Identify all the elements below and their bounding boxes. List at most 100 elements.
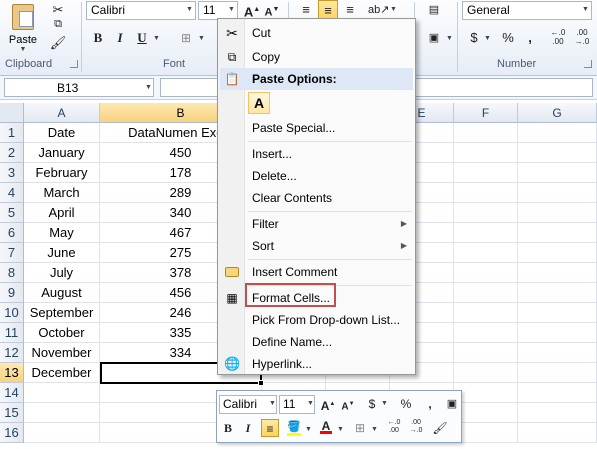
row-header[interactable]: 4: [0, 183, 24, 203]
cell-empty[interactable]: [454, 183, 518, 203]
cell-empty[interactable]: [454, 303, 518, 323]
menu-item-insert-comment[interactable]: Insert Comment: [220, 261, 413, 283]
cell-empty[interactable]: [518, 243, 597, 263]
chevron-down-icon[interactable]: ▼: [228, 6, 235, 13]
align-top-icon[interactable]: ≡: [296, 0, 316, 20]
bold-button[interactable]: B: [88, 28, 108, 48]
mini-bold-button[interactable]: B: [219, 419, 237, 437]
cell-a[interactable]: June: [24, 243, 100, 263]
cell-a[interactable]: [24, 403, 100, 423]
chevron-down-icon[interactable]: ▼: [198, 35, 205, 42]
chevron-down-icon[interactable]: ▼: [381, 400, 388, 407]
cell-a[interactable]: August: [24, 283, 100, 303]
comma-button[interactable]: ,: [520, 28, 540, 48]
mini-currency-button[interactable]: $: [363, 395, 381, 413]
increase-decimal-icon[interactable]: ←.0.00: [548, 28, 568, 48]
mini-percent-button[interactable]: %: [397, 395, 415, 413]
cell-empty[interactable]: [454, 283, 518, 303]
percent-button[interactable]: %: [498, 28, 518, 48]
cell-empty[interactable]: [454, 323, 518, 343]
cell-empty[interactable]: [454, 403, 518, 423]
chevron-down-icon[interactable]: ▼: [307, 400, 314, 407]
row-header[interactable]: 3: [0, 163, 24, 183]
cell-a[interactable]: [24, 423, 100, 443]
row-header[interactable]: 2: [0, 143, 24, 163]
row-header[interactable]: 16: [0, 423, 24, 443]
chevron-down-icon[interactable]: ▼: [484, 35, 491, 42]
column-header-g[interactable]: G: [518, 103, 597, 123]
orientation-icon[interactable]: ab↗: [368, 0, 389, 20]
mini-grow-font-icon[interactable]: A▲: [319, 395, 337, 413]
cell-empty[interactable]: [518, 203, 597, 223]
menu-item-delete[interactable]: Delete...: [220, 165, 413, 187]
chevron-down-icon[interactable]: ▼: [269, 400, 276, 407]
cell-empty[interactable]: [518, 163, 597, 183]
cell-empty[interactable]: [518, 303, 597, 323]
cell-empty[interactable]: [518, 363, 597, 383]
cell-a[interactable]: September: [24, 303, 100, 323]
shrink-font-icon[interactable]: A▼: [262, 0, 282, 20]
menu-item-define-name[interactable]: Define Name...: [220, 331, 413, 353]
font-name-box[interactable]: Calibri: [86, 1, 196, 20]
italic-button[interactable]: I: [110, 28, 130, 48]
mini-merge-icon[interactable]: ▣: [443, 395, 461, 413]
cell-empty[interactable]: [454, 203, 518, 223]
align-middle-icon[interactable]: ≡: [318, 0, 338, 20]
cell-a[interactable]: February: [24, 163, 100, 183]
paste-button[interactable]: Paste ▼: [6, 2, 40, 54]
underline-button[interactable]: U: [132, 28, 152, 48]
row-header[interactable]: 1: [0, 123, 24, 143]
menu-item-hyperlink[interactable]: 🌐 Hyperlink...: [220, 353, 413, 375]
chevron-down-icon[interactable]: ▼: [446, 35, 453, 42]
menu-item-clear-contents[interactable]: Clear Contents: [220, 187, 413, 209]
cell-empty[interactable]: [454, 223, 518, 243]
cell-empty[interactable]: [454, 243, 518, 263]
wrap-text-icon[interactable]: ▤: [424, 0, 444, 20]
row-header[interactable]: 14: [0, 383, 24, 403]
mini-font-color-icon[interactable]: A: [317, 417, 335, 435]
cell-a[interactable]: [24, 383, 100, 403]
select-all-corner[interactable]: [0, 103, 24, 123]
chevron-down-icon[interactable]: ▼: [186, 6, 193, 13]
chevron-down-icon[interactable]: ▼: [145, 84, 152, 91]
mini-shrink-font-icon[interactable]: A▼: [339, 395, 357, 413]
row-header[interactable]: 12: [0, 343, 24, 363]
menu-item-pick-dropdown[interactable]: Pick From Drop-down List...: [220, 309, 413, 331]
cell-a[interactable]: July: [24, 263, 100, 283]
cell-empty[interactable]: [454, 423, 518, 443]
menu-item-sort[interactable]: Sort ▶: [220, 235, 413, 257]
name-box[interactable]: B13: [4, 78, 154, 97]
align-bottom-icon[interactable]: ≡: [340, 0, 360, 20]
cell-a[interactable]: March: [24, 183, 100, 203]
cell-empty[interactable]: [518, 383, 597, 403]
cell-empty[interactable]: [454, 163, 518, 183]
cell-a[interactable]: April: [24, 203, 100, 223]
cell-empty[interactable]: [518, 223, 597, 243]
menu-item-insert[interactable]: Insert...: [220, 143, 413, 165]
menu-item-filter[interactable]: Filter ▶: [220, 213, 413, 235]
row-header[interactable]: 15: [0, 403, 24, 423]
row-header[interactable]: 8: [0, 263, 24, 283]
cell-a[interactable]: October: [24, 323, 100, 343]
row-header[interactable]: 13: [0, 363, 24, 383]
fill-handle[interactable]: [258, 380, 264, 386]
row-header[interactable]: 9: [0, 283, 24, 303]
cell-a[interactable]: May: [24, 223, 100, 243]
cell-empty[interactable]: [518, 143, 597, 163]
merge-center-icon[interactable]: ▣: [424, 28, 444, 48]
menu-item-cut[interactable]: ✂ Cut: [220, 22, 413, 44]
cell-empty[interactable]: [454, 263, 518, 283]
cell-empty[interactable]: [518, 323, 597, 343]
chevron-down-icon[interactable]: ▼: [305, 426, 312, 433]
cell-empty[interactable]: [518, 343, 597, 363]
cell-empty[interactable]: [454, 363, 518, 383]
format-painter-icon[interactable]: 🖌: [48, 33, 68, 53]
row-header[interactable]: 6: [0, 223, 24, 243]
row-header[interactable]: 5: [0, 203, 24, 223]
mini-center-align-icon[interactable]: ≡: [261, 419, 279, 437]
cell-empty[interactable]: [454, 383, 518, 403]
cell-empty[interactable]: [518, 263, 597, 283]
row-header[interactable]: 7: [0, 243, 24, 263]
cell-empty[interactable]: [518, 183, 597, 203]
cell-empty[interactable]: [454, 123, 518, 143]
